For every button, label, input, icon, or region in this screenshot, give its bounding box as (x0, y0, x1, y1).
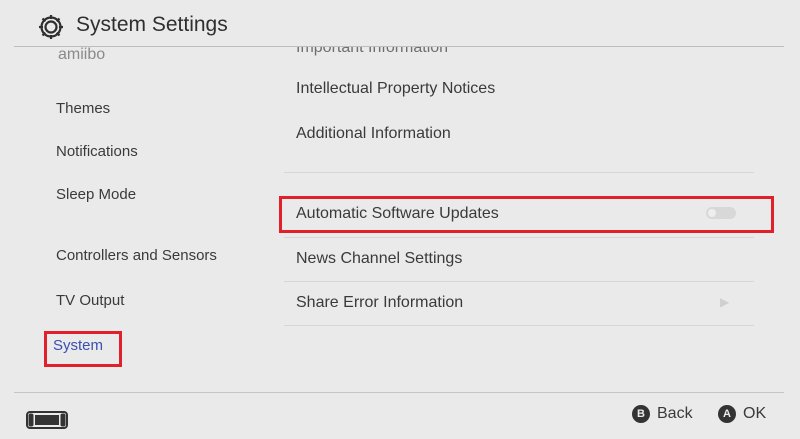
ok-label: OK (743, 405, 767, 422)
sidebar-item-controllers-and-sensors[interactable]: Controllers and Sensors (56, 247, 217, 264)
row-divider (284, 237, 754, 238)
list-item-intellectual-property-notices[interactable]: Intellectual Property Notices (296, 80, 495, 98)
page-title: System Settings (76, 13, 228, 36)
sidebar-item-tv-output[interactable]: TV Output (56, 292, 124, 309)
footer-divider (14, 392, 784, 393)
back-button[interactable]: B Back (632, 405, 693, 423)
section-divider (284, 172, 754, 173)
list-item-share-error-information[interactable]: Share Error Information (296, 294, 463, 312)
chevron-right-icon: ▶ (720, 295, 730, 309)
b-button-icon: B (632, 405, 650, 423)
sidebar-item-partial[interactable]: amiibo (58, 40, 138, 60)
highlight-box-system (44, 331, 122, 367)
row-divider (284, 325, 754, 326)
sidebar-item-notifications[interactable]: Notifications (56, 143, 138, 160)
a-button-icon: A (718, 405, 736, 423)
back-label: Back (657, 405, 693, 422)
console-icon (26, 411, 68, 429)
list-item-news-channel-settings[interactable]: News Channel Settings (296, 250, 462, 268)
gear-icon (39, 15, 63, 39)
ok-button[interactable]: A OK (718, 405, 766, 423)
list-item-partial[interactable]: Important Information (296, 47, 496, 59)
sidebar-item-sleep-mode[interactable]: Sleep Mode (56, 186, 136, 203)
highlight-box-auto-updates (279, 196, 774, 233)
sidebar-item-themes[interactable]: Themes (56, 100, 110, 117)
row-divider (284, 281, 754, 282)
list-item-additional-information[interactable]: Additional Information (296, 125, 451, 143)
